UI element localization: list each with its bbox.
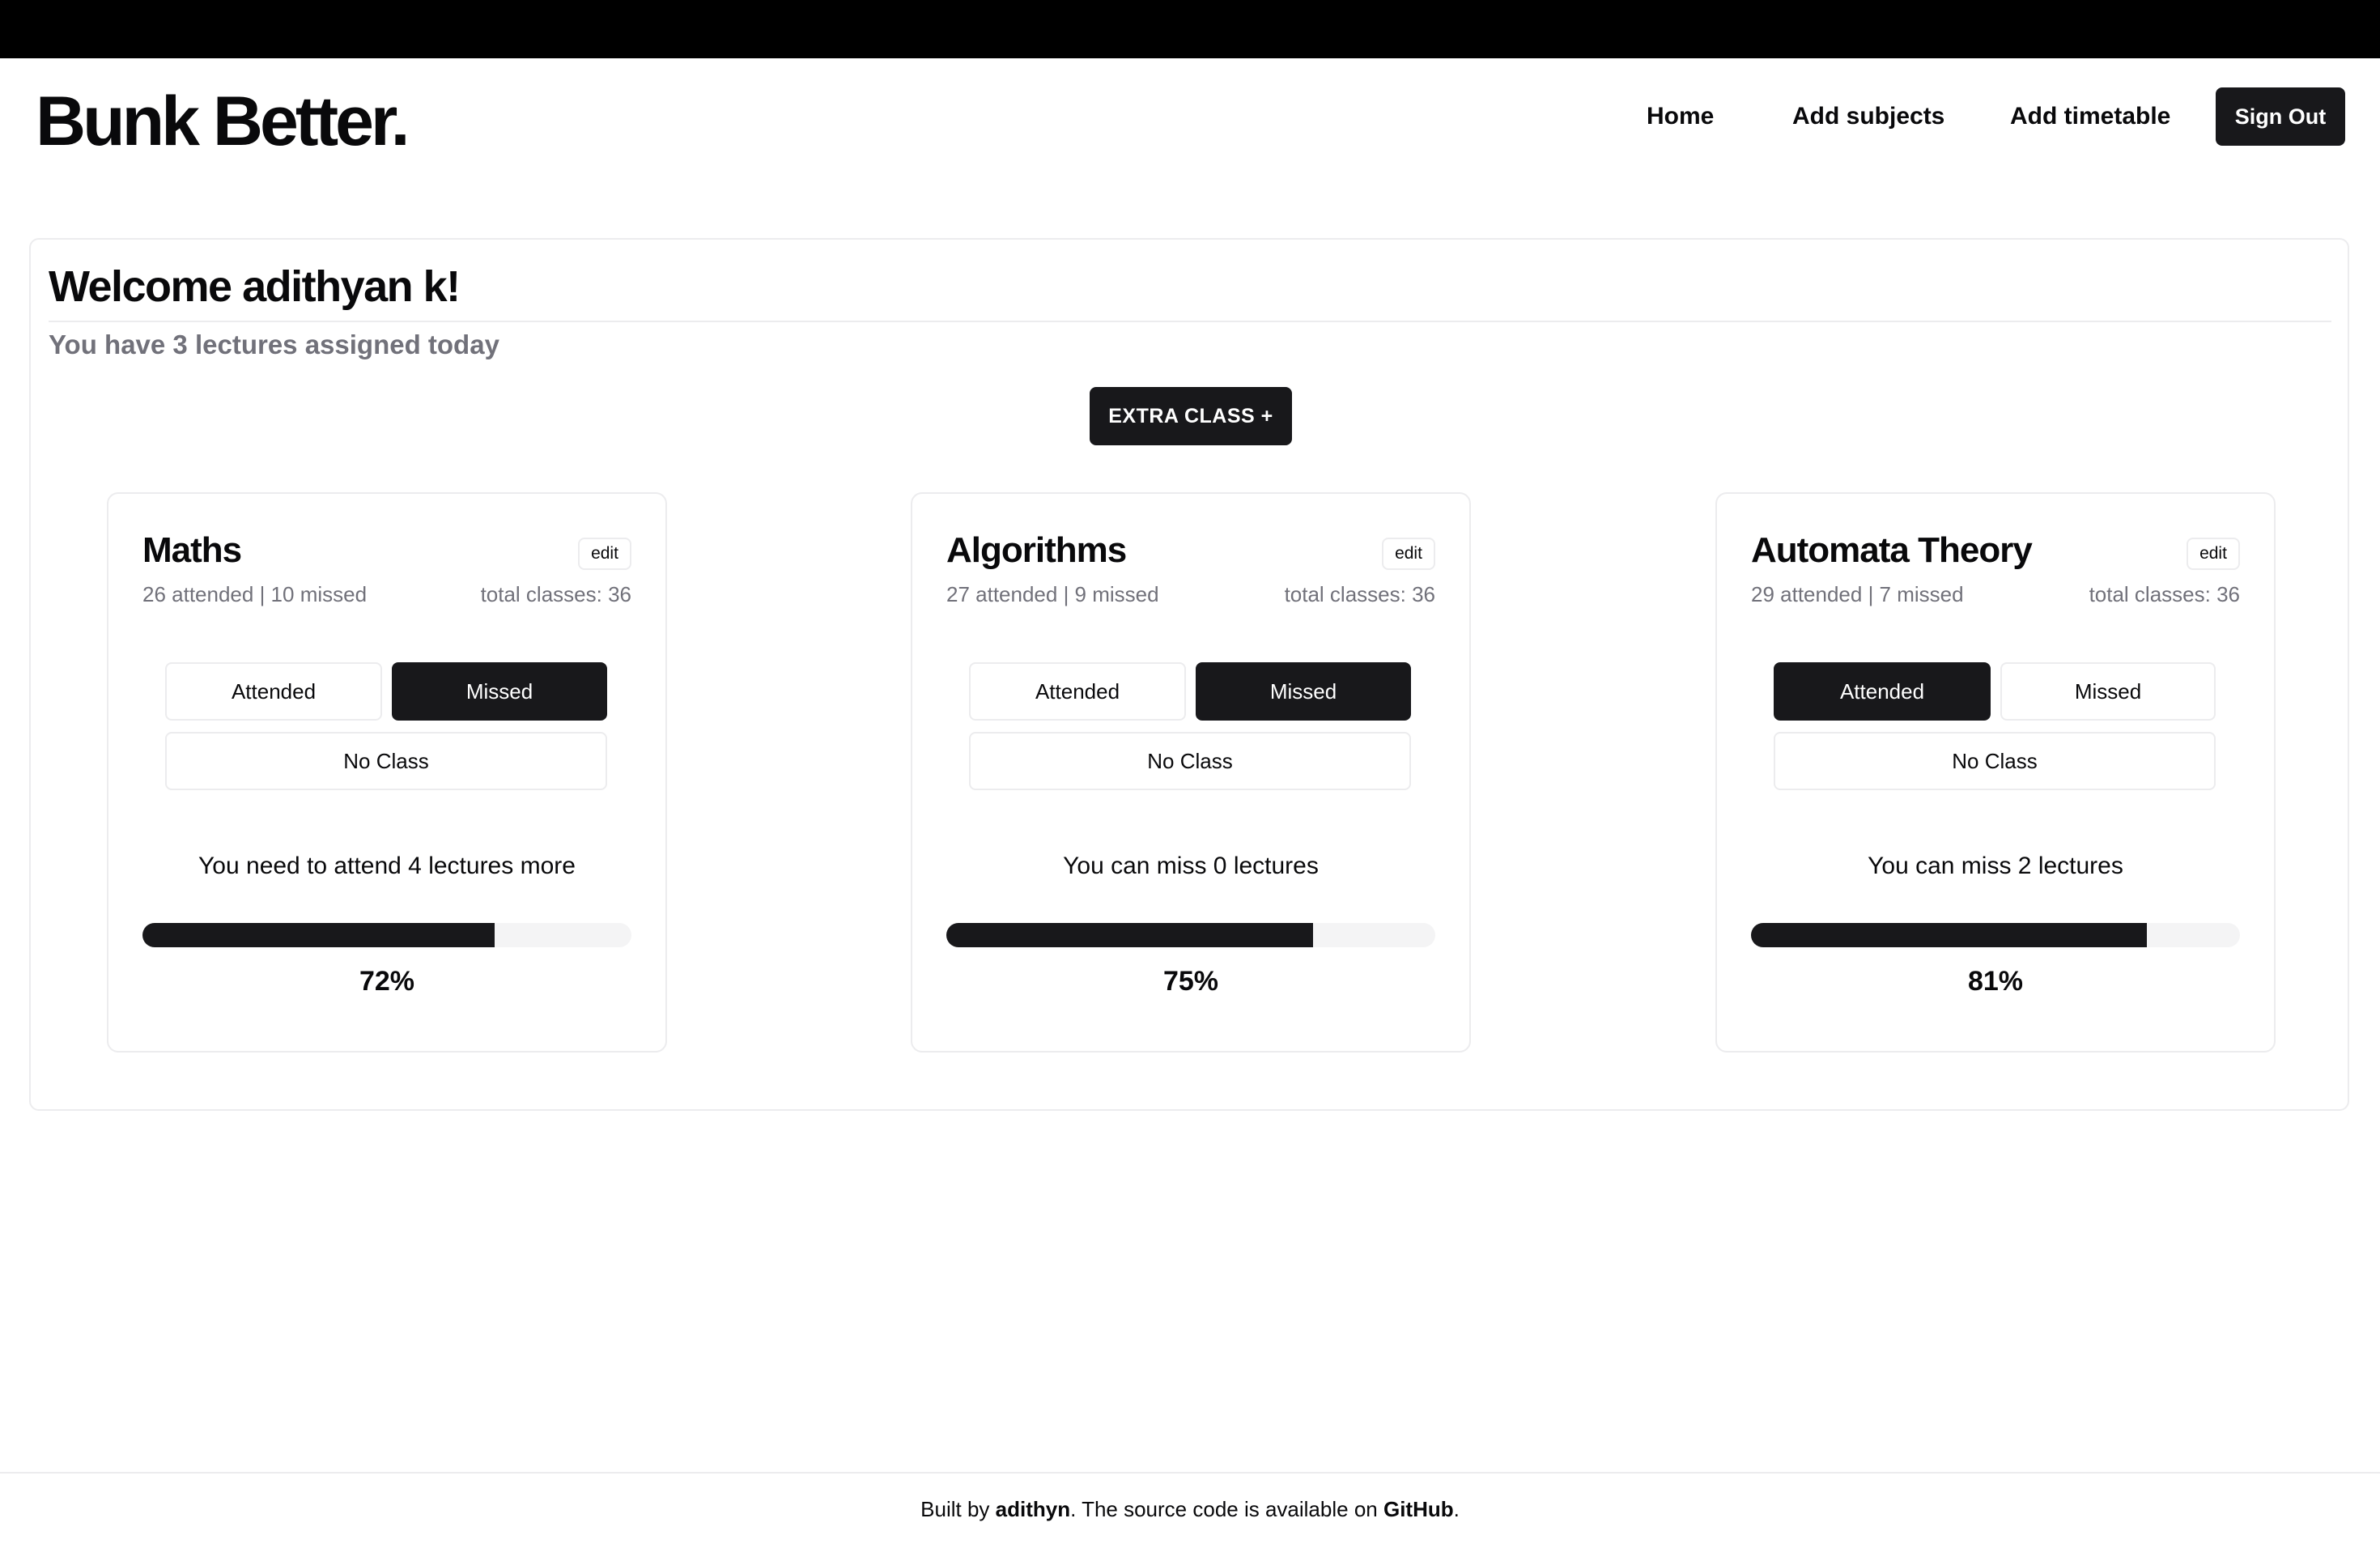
divider <box>49 321 2331 322</box>
attendance-stats: 27 attended | 9 missed <box>946 582 1159 606</box>
attended-button[interactable]: Attended <box>1774 662 1991 721</box>
subject-name: Maths <box>142 530 242 570</box>
progress-fill <box>946 923 1313 947</box>
edit-button[interactable]: edit <box>1382 538 1435 570</box>
footer-prefix: Built by <box>920 1497 996 1521</box>
footer-suffix: . <box>1453 1497 1460 1521</box>
sign-out-button[interactable]: Sign Out <box>2216 87 2345 146</box>
top-black-bar <box>0 0 2380 58</box>
extra-class-button[interactable]: EXTRA CLASS + <box>1090 387 1292 445</box>
logo[interactable]: Bunk Better. <box>36 81 410 162</box>
no-class-button[interactable]: No Class <box>165 732 607 790</box>
missed-button[interactable]: Missed <box>1196 662 1411 721</box>
author-link[interactable]: adithyn <box>996 1497 1070 1521</box>
attendance-percentage: 75% <box>1162 966 1219 997</box>
attendance-progress-bar <box>1751 923 2240 947</box>
edit-button[interactable]: edit <box>578 538 631 570</box>
github-link[interactable]: GitHub <box>1383 1497 1454 1521</box>
subject-card: Algorithms edit 27 attended | 9 missed t… <box>911 492 1471 1053</box>
attendance-progress-bar <box>142 923 631 947</box>
attended-button[interactable]: Attended <box>969 662 1186 721</box>
attendance-message: You can miss 0 lectures <box>1063 853 1319 879</box>
progress-fill <box>1751 923 2148 947</box>
nav-add-subjects[interactable]: Add subjects <box>1792 100 1944 133</box>
subject-card: Automata Theory edit 29 attended | 7 mis… <box>1715 492 2276 1053</box>
attendance-message: You need to attend 4 lectures more <box>198 853 576 879</box>
no-class-button[interactable]: No Class <box>969 732 1411 790</box>
attendance-percentage: 81% <box>1967 966 2024 997</box>
attended-button[interactable]: Attended <box>165 662 382 721</box>
progress-fill <box>142 923 495 947</box>
dashboard-card: Welcome adithyan k! You have 3 lectures … <box>29 238 2349 1111</box>
no-class-button[interactable]: No Class <box>1774 732 2216 790</box>
attendance-stats: 29 attended | 7 missed <box>1751 582 1964 606</box>
missed-button[interactable]: Missed <box>392 662 607 721</box>
attendance-message: You can miss 2 lectures <box>1868 853 2123 879</box>
attendance-percentage: 72% <box>359 966 415 997</box>
total-classes: total classes: 36 <box>1284 582 1435 606</box>
subject-card: Maths edit 26 attended | 10 missed total… <box>107 492 667 1053</box>
nav-home[interactable]: Home <box>1647 100 1714 133</box>
total-classes: total classes: 36 <box>2089 582 2240 606</box>
subject-name: Automata Theory <box>1751 530 2033 570</box>
attendance-progress-bar <box>946 923 1435 947</box>
edit-button[interactable]: edit <box>2187 538 2240 570</box>
header: Bunk Better. Home Add subjects Add timet… <box>0 58 2380 180</box>
footer-divider <box>0 1472 2380 1474</box>
footer-middle: . The source code is available on <box>1070 1497 1383 1521</box>
welcome-heading: Welcome adithyan k! <box>49 262 461 311</box>
subject-name: Algorithms <box>946 530 1127 570</box>
total-classes: total classes: 36 <box>480 582 631 606</box>
missed-button[interactable]: Missed <box>2000 662 2216 721</box>
lectures-today-text: You have 3 lectures assigned today <box>49 330 499 359</box>
footer: Built by adithyn. The source code is ava… <box>0 1495 2380 1524</box>
attendance-stats: 26 attended | 10 missed <box>142 582 368 606</box>
nav-add-timetable[interactable]: Add timetable <box>2010 100 2170 133</box>
